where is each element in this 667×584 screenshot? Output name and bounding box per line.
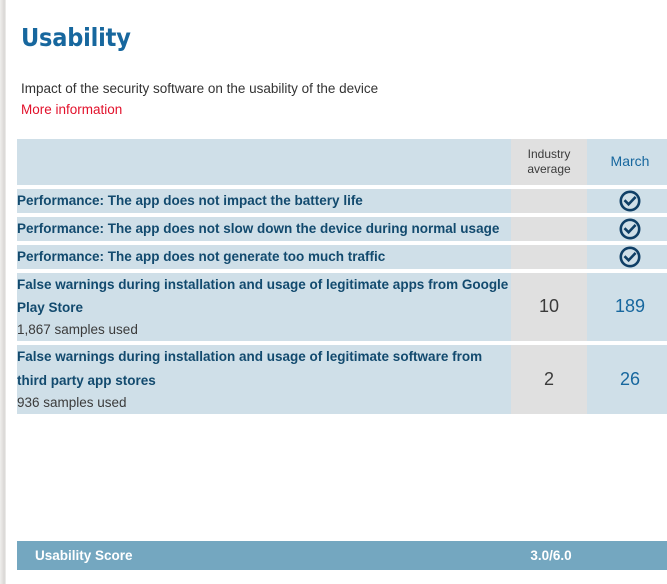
row-description-text: False warnings during installation and u… [17,277,509,316]
check-circle-icon [618,189,642,213]
row-samples-used: 1,867 samples used [17,322,138,338]
row-description: False warnings during installation and u… [17,345,511,414]
table-row: Performance: The app does not slow down … [17,217,667,241]
row-description-text: False warnings during installation and u… [17,349,483,388]
usability-score-label: Usability Score [35,548,133,563]
row-industry-average: 2 [511,345,587,414]
usability-score-value: 3.0/6.0 [530,548,572,563]
row-description: Performance: The app does not impact the… [17,189,511,213]
row-industry-average [511,189,587,213]
page-title: Usability [21,23,131,52]
usability-table: Industry average March Performance: The … [17,135,667,418]
usability-report-page: Usability Impact of the security softwar… [0,0,667,584]
table-row: Performance: The app does not impact the… [17,189,667,213]
row-month-result [587,189,667,213]
row-month-result [587,245,667,269]
table-row: False warnings during installation and u… [17,345,667,414]
header-cell-industry-average: Industry average [511,139,587,185]
row-industry-average [511,245,587,269]
check-circle-icon [618,217,642,241]
row-samples-used: 936 samples used [17,394,127,410]
header-cell-month: March [587,139,667,185]
usability-score-bar: Usability Score 3.0/6.0 [17,541,667,570]
header-industry-average-line1: Industry [527,147,571,161]
row-industry-average [511,217,587,241]
header-industry-average-line2: average [527,162,571,176]
row-description: Performance: The app does not generate t… [17,245,511,269]
row-month-result: 26 [587,345,667,414]
check-circle-icon [618,245,642,269]
table-row: False warnings during installation and u… [17,273,667,342]
section-subtitle: Impact of the security software on the u… [21,80,379,96]
row-month-result: 189 [587,273,667,342]
page-body: Usability Impact of the security softwar… [6,0,667,584]
section-header: Usability Impact of the security softwar… [21,0,667,119]
more-information-link[interactable]: More information [21,101,122,119]
table-header-row: Industry average March [17,139,667,185]
header-cell-description [17,139,511,185]
table-row: Performance: The app does not generate t… [17,245,667,269]
row-description: Performance: The app does not slow down … [17,217,511,241]
row-industry-average: 10 [511,273,587,342]
row-description: False warnings during installation and u… [17,273,511,342]
row-month-result [587,217,667,241]
